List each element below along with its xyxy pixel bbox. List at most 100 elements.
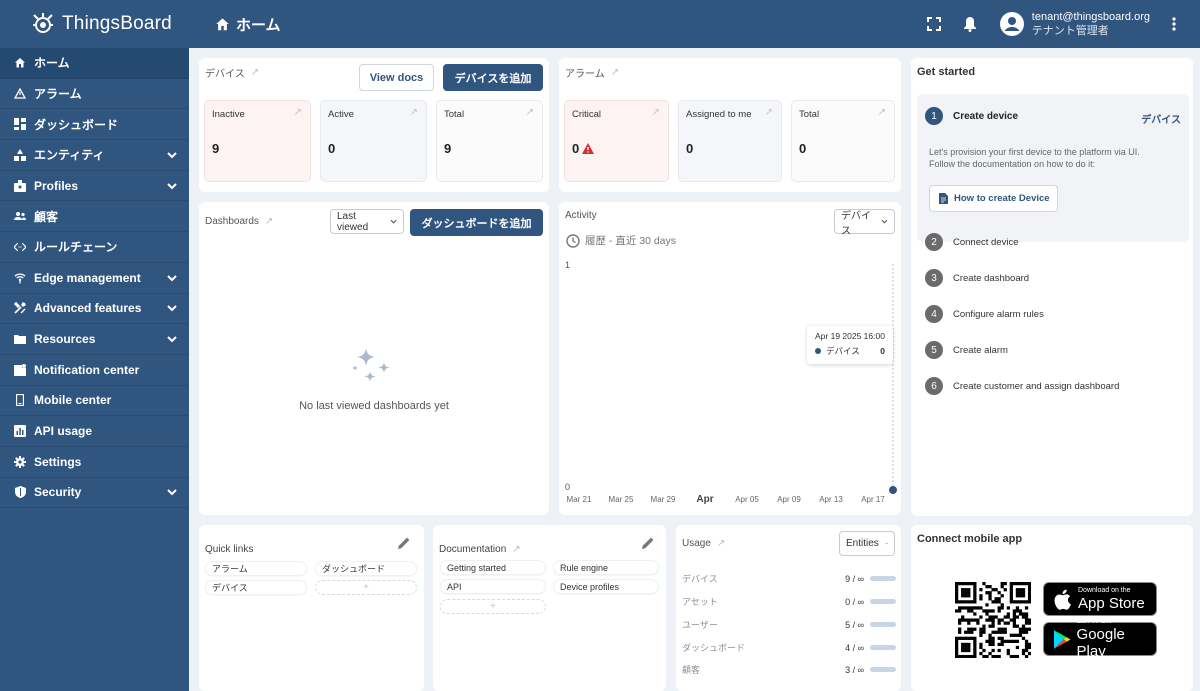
- usage-bar: [870, 599, 896, 604]
- quick-link-item[interactable]: デバイス: [205, 580, 307, 595]
- how-to-create-device-button[interactable]: How to create Device: [929, 185, 1058, 212]
- alarm-critical-tile[interactable]: Critical ↗ 0: [564, 100, 669, 182]
- quick-links-card: Quick links アラーム ダッシュボード デバイス +: [199, 525, 424, 691]
- add-device-button[interactable]: デバイスを追加: [443, 64, 543, 91]
- view-docs-button[interactable]: View docs: [359, 64, 434, 91]
- sidebar-item-edge-management[interactable]: Edge management: [0, 263, 189, 294]
- sidebar-item-resources[interactable]: Resources: [0, 324, 189, 355]
- more-menu-button[interactable]: [1156, 6, 1192, 42]
- x-tick-label: Apr 09: [777, 495, 801, 504]
- device-total-tile[interactable]: Total ↗ 9: [436, 100, 543, 182]
- sidebar-item-home[interactable]: ホーム: [0, 48, 189, 79]
- doc-link-item[interactable]: Rule engine: [553, 560, 659, 575]
- chevron-down-icon: [167, 179, 177, 193]
- y-tick-label: 1: [565, 260, 570, 270]
- x-tick-label: Apr 13: [819, 495, 843, 504]
- fullscreen-button[interactable]: [916, 6, 952, 42]
- device-inactive-tile[interactable]: Inactive ↗ 9: [204, 100, 311, 182]
- doc-link-item[interactable]: Device profiles: [553, 579, 659, 594]
- quick-link-item[interactable]: アラーム: [205, 561, 307, 576]
- step-3[interactable]: 3 Create dashboard: [925, 269, 1029, 287]
- button-label: How to create Device: [954, 193, 1050, 204]
- sidebar-item-alarms[interactable]: アラーム: [0, 79, 189, 110]
- usage-row: デバイス 9 / ∞: [682, 572, 896, 585]
- sidebar-item-dashboards[interactable]: ダッシュボード: [0, 109, 189, 141]
- app-store-button[interactable]: Download on the App Store: [1043, 582, 1157, 616]
- chart-icon: [14, 425, 26, 438]
- qr-pattern: [955, 582, 1031, 658]
- router-icon: [14, 272, 26, 284]
- dashboard-icon: [14, 118, 26, 131]
- google-play-label: Google Play: [1076, 626, 1125, 660]
- google-play-button[interactable]: GET IT ON Google Play: [1043, 618, 1157, 660]
- step-number: 6: [925, 377, 943, 395]
- step-4[interactable]: 4 Configure alarm rules: [925, 305, 1044, 323]
- chevron-down-icon: [881, 219, 888, 224]
- devices-title[interactable]: デバイス: [205, 65, 245, 80]
- app-store-caption: Download on the: [1078, 586, 1131, 594]
- open-in-new-icon[interactable]: ↗: [611, 67, 619, 78]
- sidebar: ホーム アラーム ダッシュボード エンティティ Profiles 顧客 ルールチ…: [0, 48, 189, 691]
- notifications-button[interactable]: [952, 6, 988, 42]
- edit-icon[interactable]: [397, 536, 411, 550]
- sidebar-item-api-usage[interactable]: API usage: [0, 416, 189, 447]
- usage-label: 顧客: [682, 665, 701, 675]
- thingsboard-logo-icon: [33, 13, 53, 33]
- sidebar-item-notification-center[interactable]: Notification center: [0, 355, 189, 386]
- step-2[interactable]: 2 Connect device: [925, 233, 1018, 251]
- tile-label: Assigned to me: [686, 109, 752, 120]
- add-doc-link-button[interactable]: +: [440, 599, 546, 614]
- alarms-title[interactable]: アラーム: [565, 65, 605, 80]
- usage-bar: [870, 667, 896, 672]
- logo[interactable]: ThingsBoard: [0, 11, 189, 37]
- sidebar-item-mobile-center[interactable]: Mobile center: [0, 386, 189, 417]
- gear-icon: [14, 455, 26, 468]
- documentation-title: Documentation: [439, 544, 507, 555]
- activity-filter-select[interactable]: デバイス: [834, 209, 895, 237]
- sidebar-item-rule-chains[interactable]: ルールチェーン: [0, 232, 189, 263]
- step-1-device-link[interactable]: デバイス: [1141, 111, 1181, 126]
- sidebar-item-label: エンティティ: [34, 148, 105, 163]
- open-in-new-icon[interactable]: ↗: [251, 67, 259, 78]
- sidebar-item-settings[interactable]: Settings: [0, 447, 189, 478]
- document-icon: [939, 193, 948, 204]
- tile-value: 9: [444, 141, 452, 156]
- sidebar-item-label: ホーム: [34, 56, 70, 71]
- doc-link-item[interactable]: API: [440, 579, 546, 594]
- sidebar-item-label: Settings: [34, 454, 82, 469]
- edit-icon[interactable]: [641, 536, 655, 550]
- sidebar-item-label: API usage: [34, 424, 93, 439]
- mobile-app-card: Connect mobile app Download on the App S…: [911, 525, 1193, 691]
- sidebar-item-profiles[interactable]: Profiles: [0, 171, 189, 202]
- add-quick-link-button[interactable]: +: [315, 580, 417, 595]
- step-6[interactable]: 6 Create customer and assign dashboard: [925, 377, 1119, 395]
- usage-label: ダッシュボード: [682, 643, 746, 653]
- quick-link-item[interactable]: ダッシュボード: [315, 561, 417, 576]
- alarm-total-tile[interactable]: Total ↗ 0: [791, 100, 895, 182]
- add-dashboard-button[interactable]: ダッシュボードを追加: [410, 209, 543, 236]
- open-in-new-icon[interactable]: ↗: [265, 216, 273, 227]
- usage-filter-select[interactable]: Entities: [839, 531, 895, 556]
- open-in-new-icon[interactable]: ↗: [512, 544, 520, 555]
- doc-link-item[interactable]: Getting started: [440, 560, 546, 575]
- usage-bar: [870, 622, 896, 627]
- device-active-tile[interactable]: Active ↗ 0: [320, 100, 427, 182]
- sidebar-item-customers[interactable]: 顧客: [0, 201, 189, 233]
- usage-label: ユーザー: [682, 620, 718, 630]
- activity-period[interactable]: 履歴 - 直近 30 days: [566, 233, 676, 248]
- dashboards-title[interactable]: Dashboards: [205, 216, 259, 227]
- user-menu[interactable]: tenant@thingsboard.org テナント管理者: [999, 10, 1150, 38]
- sidebar-item-entities[interactable]: エンティティ: [0, 140, 189, 171]
- sidebar-item-security[interactable]: Security: [0, 478, 189, 509]
- alarm-assigned-tile[interactable]: Assigned to me ↗ 0: [678, 100, 782, 182]
- sidebar-item-advanced-features[interactable]: Advanced features: [0, 294, 189, 325]
- dashboards-filter-select[interactable]: Last viewed: [330, 209, 404, 234]
- open-in-new-icon: ↗: [293, 107, 302, 118]
- x-tick-label: Apr 17: [861, 495, 885, 504]
- step-1-header[interactable]: 1 Create device: [925, 107, 1018, 125]
- x-tick-label: Mar 29: [651, 495, 676, 504]
- open-in-new-icon[interactable]: ↗: [717, 538, 725, 549]
- get-started-title: Get started: [917, 66, 976, 78]
- step-5[interactable]: 5 Create alarm: [925, 341, 1008, 359]
- activity-chart[interactable]: 1 0 Mar 21 Mar 25 Mar 29 Apr Apr 05 Apr 09 Apr 1…: [559, 252, 901, 512]
